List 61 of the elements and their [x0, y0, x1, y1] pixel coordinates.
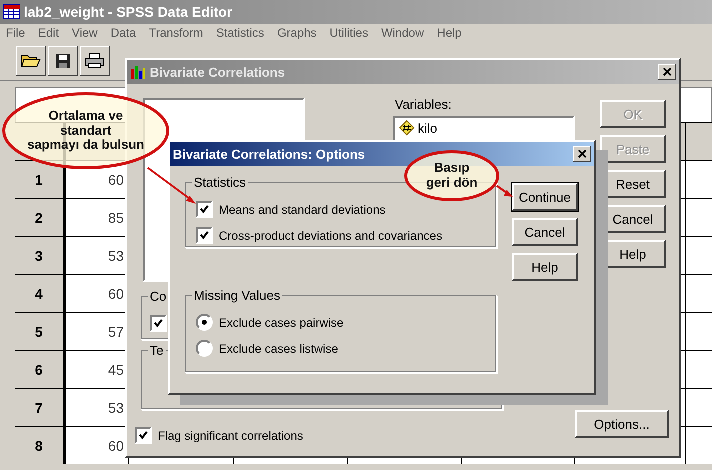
group-label: Missing Values	[192, 288, 282, 303]
bar-chart-icon	[130, 65, 146, 79]
close-icon	[662, 68, 672, 76]
print-button[interactable]	[80, 46, 110, 76]
variables-label: Variables:	[395, 97, 452, 112]
dialog-title: Bivariate Correlations: Options	[173, 146, 366, 162]
row-number[interactable]: 3	[15, 237, 66, 274]
save-button[interactable]	[48, 46, 78, 76]
checkbox[interactable]	[196, 227, 213, 244]
callout-text: Basıp geri dön	[426, 161, 478, 191]
options-button[interactable]: Options...	[575, 410, 669, 438]
group-label: Te	[148, 343, 166, 358]
checkbox[interactable]	[150, 315, 167, 332]
group-label: Statistics	[192, 175, 248, 190]
checkbox-label: Cross-product deviations and covariances	[219, 228, 442, 242]
open-button[interactable]	[16, 46, 46, 76]
menu-item[interactable]: Data	[110, 26, 136, 40]
dialog-title: Bivariate Correlations	[150, 64, 286, 80]
menu-item[interactable]: Utilities	[330, 26, 368, 40]
dialog-button[interactable]: Continue	[512, 183, 578, 211]
dialog-button[interactable]: Cancel	[512, 218, 578, 246]
close-icon	[578, 150, 586, 158]
window-title: lab2_weight - SPSS Data Editor	[24, 4, 232, 20]
row-number[interactable]: 1	[15, 161, 66, 198]
radio-button[interactable]	[196, 340, 213, 357]
check-icon	[200, 231, 209, 240]
row-number[interactable]: 5	[15, 313, 66, 350]
menu-item[interactable]: File	[6, 26, 26, 40]
row-number[interactable]: 8	[15, 427, 66, 464]
row-number[interactable]: 6	[15, 351, 66, 388]
checkbox[interactable]	[135, 427, 152, 444]
radio-button[interactable]	[196, 314, 213, 331]
radio-label: Exclude cases listwise	[219, 342, 338, 356]
menu-item[interactable]: Help	[437, 26, 462, 40]
grid-icon	[3, 4, 21, 20]
menu-item[interactable]: Statistics	[216, 26, 264, 40]
dialog-button[interactable]: Help	[512, 253, 578, 281]
variables-list[interactable]: kilo	[393, 116, 575, 142]
row-number[interactable]: 4	[15, 275, 66, 312]
callout-text: Ortalama ve standart sapmayı da bulsun	[27, 108, 145, 154]
check-icon	[139, 431, 148, 440]
printer-icon	[85, 53, 105, 69]
check-icon	[154, 319, 163, 328]
menu-item[interactable]: Edit	[38, 26, 60, 40]
group-label: Co	[148, 289, 169, 304]
check-icon	[200, 205, 209, 214]
radio-label: Exclude cases pairwise	[219, 316, 344, 330]
menu-item[interactable]: View	[72, 26, 98, 40]
arrow	[496, 184, 514, 200]
checkbox[interactable]	[196, 201, 213, 218]
checkbox-label: Flag significant correlations	[158, 428, 304, 442]
menu-item[interactable]: Graphs	[277, 26, 317, 40]
checkbox-label: Means and standard deviations	[219, 202, 386, 216]
menu-item[interactable]: Transform	[149, 26, 204, 40]
row-number[interactable]: 7	[15, 389, 66, 426]
close-button[interactable]	[573, 146, 591, 162]
folder-icon	[21, 53, 41, 69]
variable-name[interactable]: kilo	[418, 120, 438, 136]
row-number[interactable]: 2	[15, 199, 66, 236]
menu-item[interactable]: Window	[381, 26, 424, 40]
numeric-variable-icon	[399, 120, 415, 136]
